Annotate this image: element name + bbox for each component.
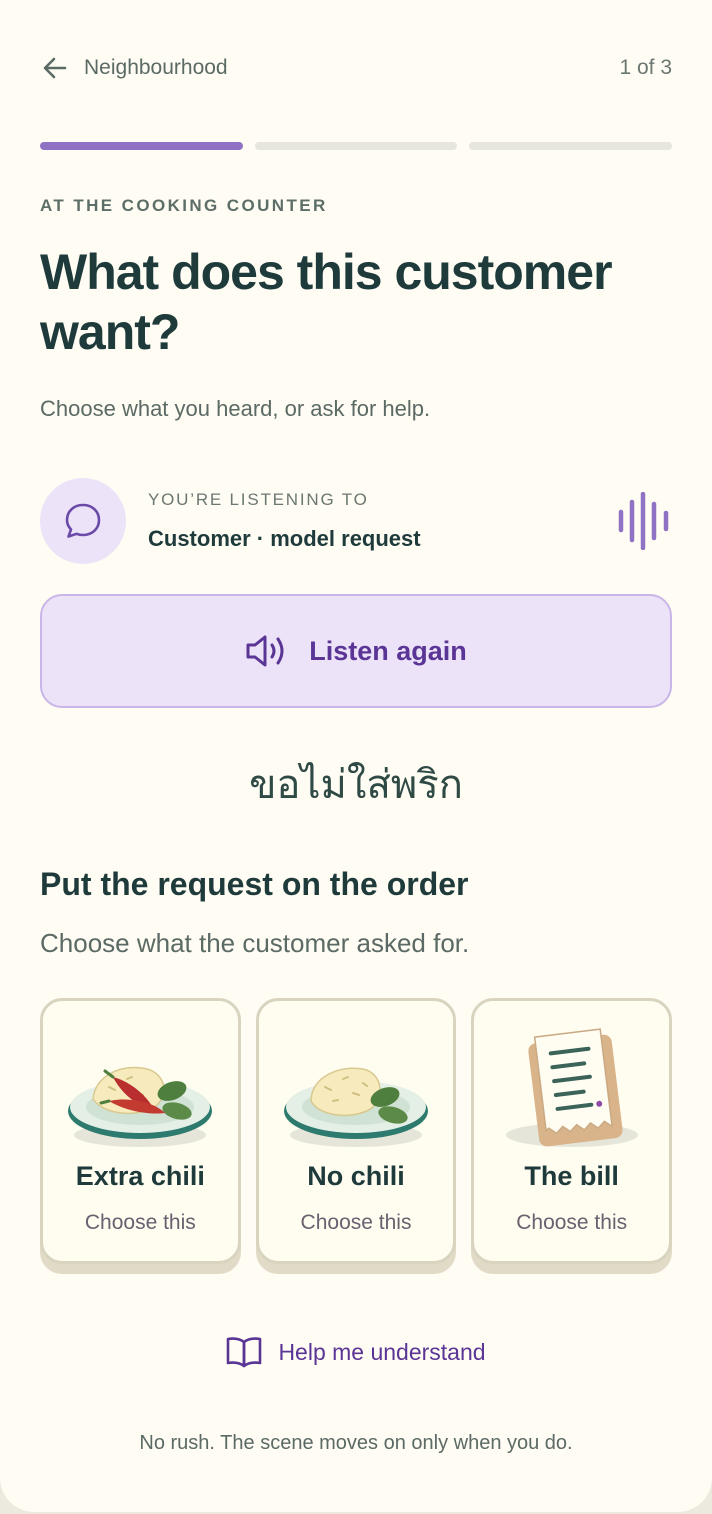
help-me-understand-link[interactable]: Help me understand (0, 1336, 712, 1368)
audio-wave-icon (618, 492, 669, 550)
option-action: Choose this (300, 1211, 412, 1234)
page-subtitle: Choose what you heard, or ask for help. (40, 396, 431, 421)
speaker-avatar (40, 478, 126, 564)
back-label: Neighbourhood (84, 56, 228, 79)
progress-segment-2 (254, 142, 458, 150)
task-subtitle: Choose what the customer asked for. (40, 928, 470, 958)
speech-bubble-icon (65, 503, 101, 538)
help-label: Help me understand (278, 1338, 486, 1365)
option-no-chili[interactable]: No chili Choose this (255, 998, 457, 1264)
arrow-left-icon (43, 57, 67, 79)
progress-segment-1 (40, 142, 243, 150)
option-action: Choose this (84, 1211, 196, 1234)
lesson-screen: Neighbourhood 1 of 3 AT THE COOKING COUN… (0, 0, 712, 1512)
footer-note: No rush. The scene moves on only when yo… (139, 1432, 573, 1454)
speaker-name: Customer · model request (148, 526, 421, 551)
option-action: Choose this (516, 1211, 628, 1234)
listening-label: YOU’RE LISTENING TO (148, 490, 369, 509)
back-button[interactable]: Neighbourhood (40, 53, 228, 83)
listen-again-label: Listen again (309, 635, 467, 666)
progress-bar (40, 142, 673, 150)
listen-again-button[interactable]: Listen again (40, 594, 672, 708)
answer-options: Extra chili Choose this No chili Choose … (40, 998, 673, 1276)
task-title: Put the request on the order (40, 866, 469, 902)
option-extra-chili[interactable]: Extra chili Choose this (40, 998, 241, 1264)
scene-eyebrow: AT THE COOKING COUNTER (40, 196, 328, 215)
option-label: Extra chili (75, 1161, 205, 1191)
speaker-icon (246, 635, 284, 667)
page-title: What does this customer want? (40, 244, 613, 360)
rice-plate-no-chili (284, 1067, 428, 1147)
step-counter: 1 of 3 (619, 56, 672, 79)
top-bar: Neighbourhood 1 of 3 (40, 50, 672, 86)
listening-card: YOU’RE LISTENING TO Customer · model req… (40, 478, 672, 564)
heard-phrase: ขอไม่ใส่พริก (249, 762, 463, 808)
open-book-icon (227, 1337, 262, 1368)
option-label: The bill (524, 1161, 619, 1191)
progress-segment-3 (469, 142, 673, 150)
option-label: No chili (307, 1161, 405, 1191)
bill-receipt (505, 1028, 638, 1147)
rice-with-extra-chili-plate (68, 1066, 213, 1147)
option-the-bill[interactable]: The bill Choose this (471, 998, 673, 1264)
